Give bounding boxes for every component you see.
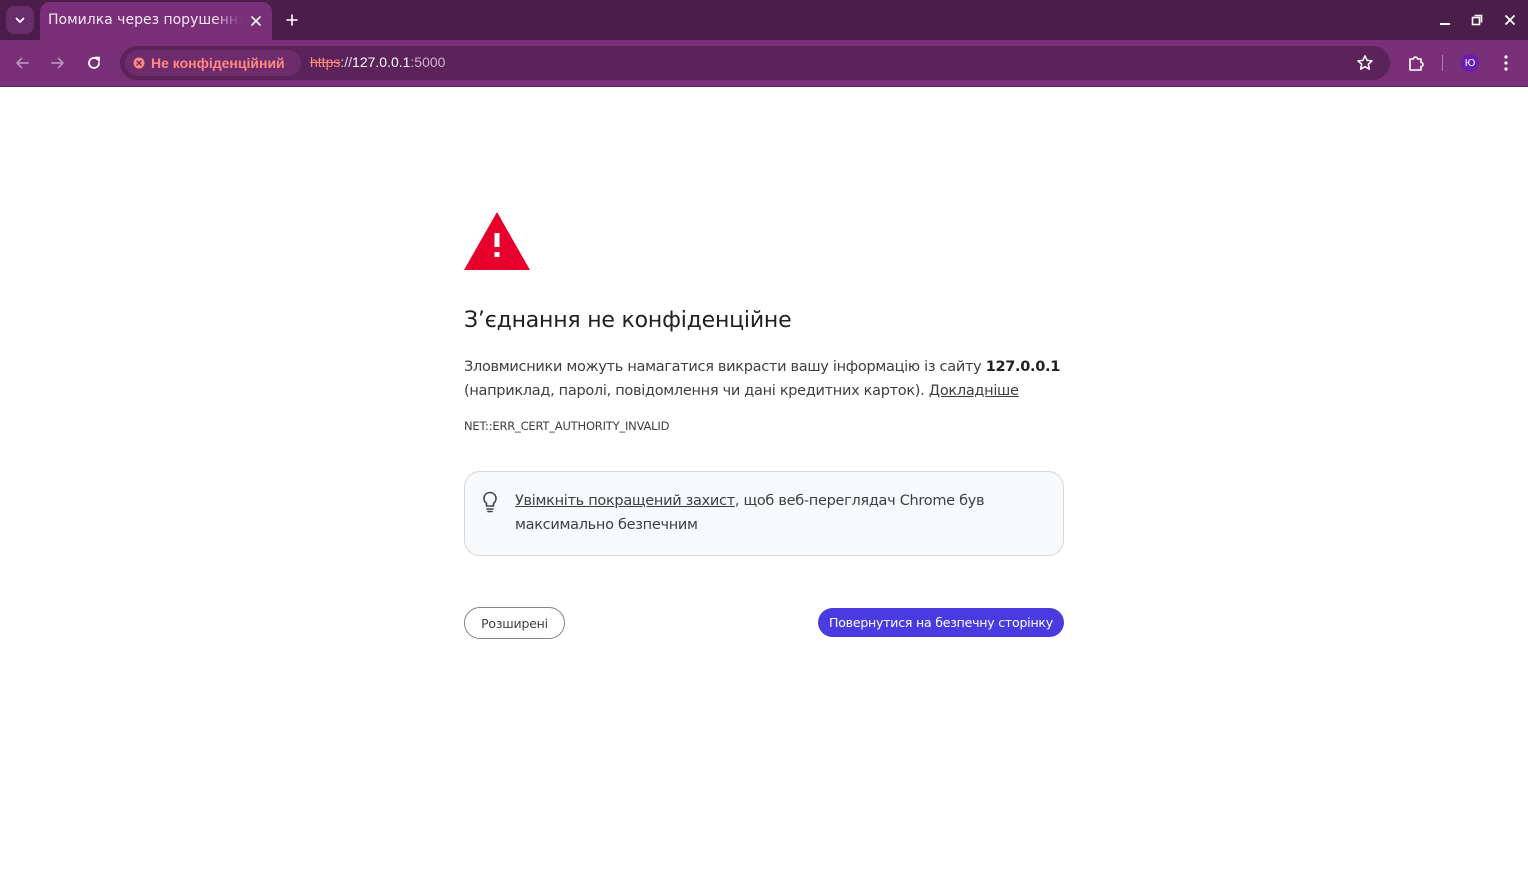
plus-icon (286, 14, 298, 26)
tab-list-icon (15, 17, 25, 23)
title-bar: Помилка через порушення конфіденційності (0, 0, 1528, 40)
toolbar-separator (1442, 55, 1443, 71)
active-tab[interactable]: Помилка через порушення конфіденційності (40, 2, 272, 40)
url-scheme: https (310, 54, 341, 70)
enhanced-protection-link[interactable]: Увімкніть покращений захист (515, 493, 735, 509)
restore-icon (1471, 14, 1483, 26)
address-bar[interactable]: Не конфіденційний https://127.0.0.1:5000 (120, 46, 1390, 80)
profile-avatar[interactable]: Ю (1461, 54, 1479, 72)
chrome-menu-button[interactable] (1492, 49, 1520, 77)
tab-title: Помилка через порушення конфіденційності (48, 12, 242, 28)
description-host: 127.0.0.1 (985, 359, 1061, 375)
security-chip[interactable]: Не конфіденційний (125, 50, 301, 76)
warning-triangle-icon (464, 212, 530, 270)
promo-text: Увімкніть покращений захист, щоб веб-пер… (515, 489, 1035, 537)
page-title: З’єднання не конфіденційне (464, 308, 792, 333)
bookmark-button[interactable] (1354, 52, 1376, 74)
bookmark-star-icon (1357, 55, 1373, 70)
url-text[interactable]: https://127.0.0.1:5000 (310, 54, 445, 70)
restore-button[interactable] (1466, 10, 1488, 30)
kebab-menu-icon (1504, 55, 1508, 71)
extensions-icon (1409, 56, 1424, 71)
back-arrow-icon (16, 57, 29, 69)
close-icon (251, 16, 261, 26)
minimize-icon (1440, 23, 1450, 25)
url-host: 127.0.0.1 (352, 54, 411, 70)
error-description: Зловмисники можуть намагатися викрасти в… (464, 355, 1064, 403)
lightbulb-icon (483, 491, 497, 513)
url-separator: :// (340, 54, 353, 70)
tab-list-button[interactable] (6, 6, 34, 34)
advanced-button[interactable]: Розширені (464, 607, 565, 639)
description-after: (наприклад, паролі, повідомлення чи дані… (464, 383, 929, 399)
enhanced-protection-promo: Увімкніть покращений захист, щоб веб-пер… (464, 471, 1064, 556)
new-tab-button[interactable] (280, 8, 304, 32)
forward-button[interactable] (44, 49, 72, 77)
reload-button[interactable] (80, 49, 108, 77)
window-close-button[interactable] (1499, 10, 1521, 30)
forward-arrow-icon (51, 57, 64, 69)
reload-icon (88, 56, 100, 69)
description-before: Зловмисники можуть намагатися викрасти в… (464, 359, 986, 375)
toolbar: Не конфіденційний https://127.0.0.1:5000… (0, 40, 1528, 87)
back-to-safety-button[interactable]: Повернутися на безпечну сторінку (818, 608, 1064, 637)
extensions-button[interactable] (1402, 49, 1430, 77)
tab-close-button[interactable] (246, 11, 266, 31)
url-port: :5000 (410, 54, 446, 70)
back-button[interactable] (8, 49, 36, 77)
minimize-button[interactable] (1434, 10, 1456, 30)
error-code: NET::ERR_CERT_AUTHORITY_INVALID (464, 419, 670, 433)
not-secure-icon (133, 57, 145, 69)
learn-more-link[interactable]: Докладніше (929, 383, 1019, 399)
window-close-icon (1504, 14, 1516, 26)
security-chip-label: Не конфіденційний (151, 55, 285, 71)
